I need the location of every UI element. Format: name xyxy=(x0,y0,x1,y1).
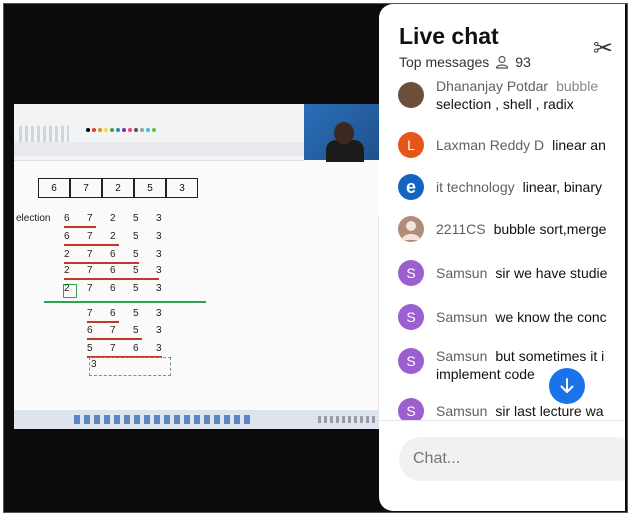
avatar[interactable]: L xyxy=(398,132,424,158)
message-text: sir we have studie xyxy=(495,265,608,281)
message-author: Samsun xyxy=(436,348,488,364)
avatar[interactable]: S xyxy=(398,398,424,420)
live-chat-panel: Live chat Top messages 93 ✂ Dhananjay Po… xyxy=(379,4,625,511)
pass-divider-line xyxy=(44,301,206,303)
sort-row: 27653 xyxy=(64,283,162,294)
array-cell: 5 xyxy=(134,178,166,198)
chat-messages-list[interactable]: Dhananjay Potdar bubble selection , shell… xyxy=(379,80,625,420)
message-text: selection , shell , radix xyxy=(436,96,574,112)
section-label: election xyxy=(16,213,51,224)
chat-input[interactable] xyxy=(399,437,625,481)
scissors-icon[interactable]: ✂ xyxy=(593,34,613,63)
ribbon-format-bar xyxy=(14,142,304,156)
sort-row: 7653 xyxy=(87,308,162,319)
sort-row: 3 xyxy=(91,359,97,370)
avatar[interactable] xyxy=(398,82,424,108)
avatar[interactable]: S xyxy=(398,304,424,330)
viewer-count: 93 xyxy=(515,54,531,70)
avatar[interactable]: S xyxy=(398,348,424,374)
message-author: Laxman Reddy D xyxy=(436,137,545,153)
taskbar-icons xyxy=(74,415,254,424)
message-text: linear, binary xyxy=(522,179,602,195)
windows-taskbar xyxy=(14,410,386,429)
message-author: 2211CS xyxy=(436,221,486,237)
message-text: we know the conc xyxy=(495,309,607,325)
sort-row: 6753 xyxy=(87,325,162,336)
sort-row: 27653 xyxy=(64,265,162,276)
chat-input-area xyxy=(379,420,625,511)
message-author: it technology xyxy=(436,179,515,195)
arrow-down-icon xyxy=(560,378,574,393)
message-text: bubble sort,merge xyxy=(493,221,607,237)
sort-row: 67253 xyxy=(64,231,162,242)
whiteboard-canvas: 6 7 2 5 3 election 67253 67253 27653 276… xyxy=(14,160,386,429)
top-messages-dropdown[interactable]: Top messages 93 xyxy=(399,54,531,70)
person-icon xyxy=(496,55,509,69)
message-text: but sometimes it i xyxy=(495,348,605,364)
shared-screen-video: 6 7 2 5 3 election 67253 67253 27653 276… xyxy=(14,104,386,429)
sort-row: 27653 xyxy=(64,249,162,260)
color-palette xyxy=(86,128,156,132)
presenter-webcam xyxy=(304,104,386,162)
paint-ribbon xyxy=(14,104,304,161)
array-boxes: 6 7 2 5 3 xyxy=(38,178,198,198)
sort-row: 5763 xyxy=(87,343,162,354)
message-author: Samsun xyxy=(436,265,488,281)
message-text: bubble xyxy=(556,80,599,94)
person-icon xyxy=(402,221,420,240)
system-tray xyxy=(318,416,378,423)
scroll-to-bottom-button[interactable] xyxy=(549,368,585,404)
message-text: sir last lecture wa xyxy=(495,403,604,419)
message-text: implement code xyxy=(436,366,535,382)
avatar[interactable]: e xyxy=(398,174,424,200)
array-cell: 7 xyxy=(70,178,102,198)
array-cell: 2 xyxy=(102,178,134,198)
chat-title: Live chat xyxy=(399,23,499,49)
message-text: linear an xyxy=(552,137,606,153)
sort-row: 67253 xyxy=(64,213,162,224)
top-messages-label: Top messages xyxy=(399,54,490,70)
avatar[interactable]: S xyxy=(398,260,424,286)
array-cell: 6 xyxy=(38,178,70,198)
array-cell: 3 xyxy=(166,178,198,198)
avatar[interactable] xyxy=(398,216,424,242)
message-author: Dhananjay Potdar xyxy=(436,80,549,94)
message-author: Samsun xyxy=(436,309,488,325)
message-author: Samsun xyxy=(436,403,488,419)
